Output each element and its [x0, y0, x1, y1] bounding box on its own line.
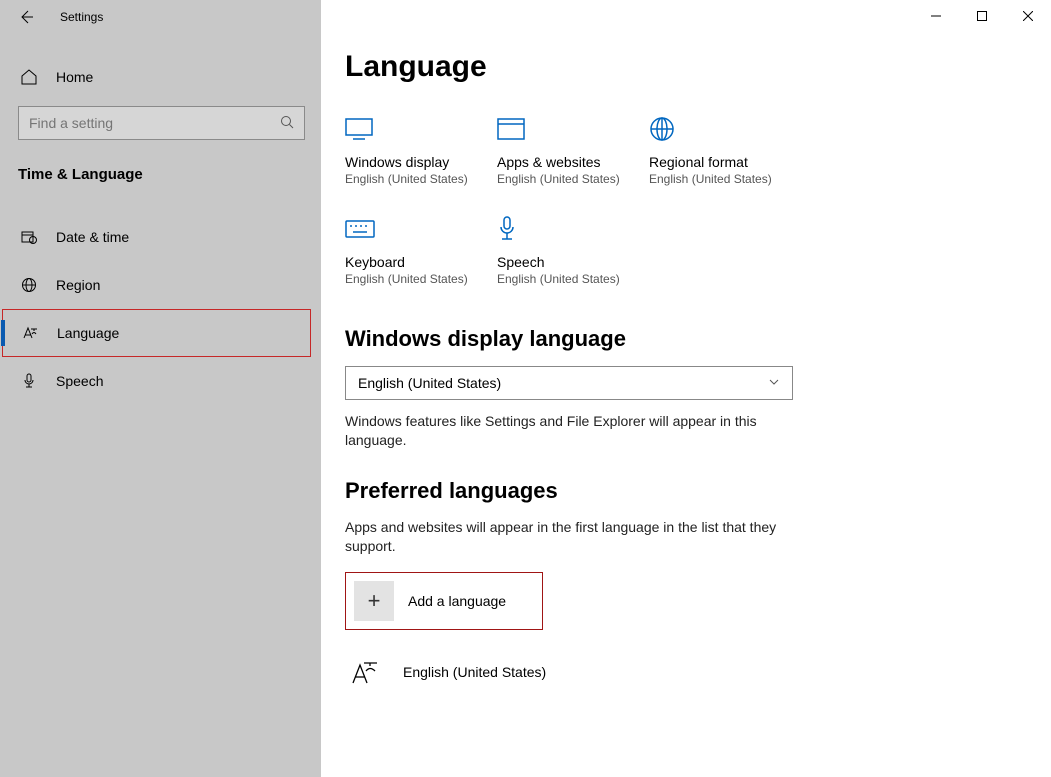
tile-sub: English (United States) [497, 272, 649, 286]
globe-icon [20, 276, 38, 294]
microphone-icon [497, 210, 649, 248]
calendar-clock-icon [20, 228, 38, 246]
tile-sub: English (United States) [345, 172, 497, 186]
add-language-button[interactable]: + Add a language [345, 572, 543, 630]
tile-sub: English (United States) [649, 172, 801, 186]
dropdown-value: English (United States) [358, 375, 501, 391]
sidebar-category: Time & Language [0, 148, 321, 195]
language-icon [345, 652, 385, 692]
tile-title: Speech [497, 254, 649, 270]
globe-icon [649, 110, 801, 148]
plus-icon: + [354, 581, 394, 621]
tile-title: Regional format [649, 154, 801, 170]
home-icon [20, 68, 38, 86]
sidebar-item-speech[interactable]: Speech [0, 357, 321, 405]
sidebar-item-label: Language [57, 325, 119, 341]
tile-apps-websites[interactable]: Apps & websites English (United States) [497, 110, 649, 186]
close-button[interactable] [1005, 0, 1051, 32]
search-input[interactable] [18, 106, 305, 140]
tile-title: Apps & websites [497, 154, 649, 170]
tile-keyboard[interactable]: Keyboard English (United States) [345, 210, 497, 286]
tile-speech[interactable]: Speech English (United States) [497, 210, 649, 286]
sidebar-item-label: Region [56, 277, 100, 293]
display-language-dropdown[interactable]: English (United States) [345, 366, 793, 400]
window-controls [913, 0, 1051, 32]
back-icon[interactable] [18, 9, 34, 25]
minimize-button[interactable] [913, 0, 959, 32]
search-field[interactable] [29, 115, 280, 131]
tile-title: Windows display [345, 154, 497, 170]
sidebar-item-region[interactable]: Region [0, 261, 321, 309]
tile-sub: English (United States) [345, 272, 497, 286]
preferred-language-item[interactable]: English (United States) [345, 648, 861, 696]
sidebar-item-home[interactable]: Home [0, 56, 321, 98]
microphone-icon [20, 372, 38, 390]
sidebar-item-date-time[interactable]: Date & time [0, 213, 321, 261]
preferred-languages-heading: Preferred languages [345, 478, 861, 504]
window-icon [497, 110, 649, 148]
preferred-languages-desc: Apps and websites will appear in the fir… [345, 518, 785, 556]
maximize-button[interactable] [959, 0, 1005, 32]
sidebar-item-label: Date & time [56, 229, 129, 245]
window-title: Settings [60, 10, 103, 24]
tile-sub: English (United States) [497, 172, 649, 186]
sidebar-item-language[interactable]: Language [2, 309, 311, 357]
display-language-heading: Windows display language [345, 326, 861, 352]
tile-regional-format[interactable]: Regional format English (United States) [649, 110, 801, 186]
chevron-down-icon [768, 375, 780, 391]
add-language-label: Add a language [408, 593, 506, 609]
tile-title: Keyboard [345, 254, 497, 270]
page-title: Language [345, 50, 861, 84]
preferred-language-label: English (United States) [403, 664, 546, 680]
keyboard-icon [345, 210, 497, 248]
content: Language Windows display English (United… [321, 0, 1051, 777]
sidebar: Settings Home Time & Language Date & [0, 0, 321, 777]
titlebar: Settings [0, 0, 321, 34]
display-icon [345, 110, 497, 148]
language-tiles: Windows display English (United States) … [345, 110, 825, 310]
sidebar-item-label: Speech [56, 373, 103, 389]
search-icon [280, 115, 294, 132]
tile-windows-display[interactable]: Windows display English (United States) [345, 110, 497, 186]
sidebar-home-label: Home [56, 69, 93, 85]
language-icon [21, 324, 39, 342]
display-language-desc: Windows features like Settings and File … [345, 412, 785, 450]
